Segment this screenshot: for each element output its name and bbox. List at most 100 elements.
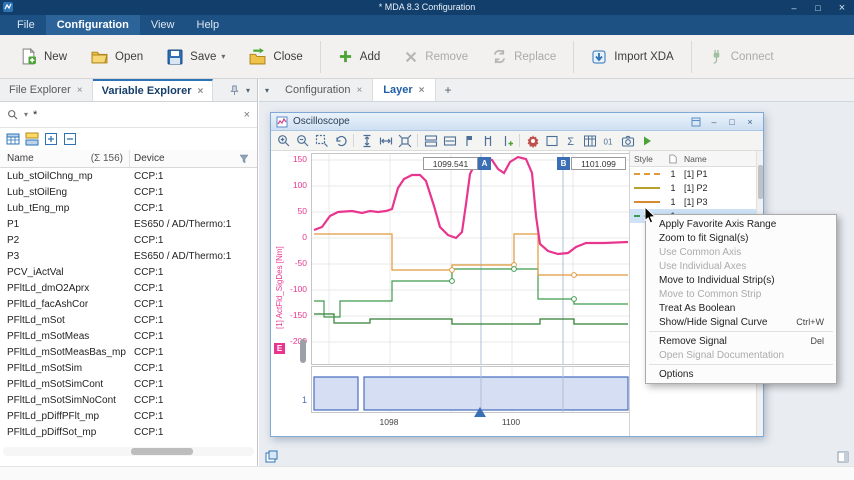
zoom-region-icon[interactable] [313,133,330,149]
menu-item-open-signal-documentation[interactable]: Open Signal Documentation [646,348,836,362]
restore-layout-icon[interactable] [265,450,278,463]
tab-variable-explorer[interactable]: Variable Explorer × [93,79,214,101]
tab-close-icon[interactable]: × [77,85,83,96]
maximize-button[interactable]: □ [806,0,830,15]
snapshot-camera-icon[interactable] [619,133,636,149]
tab-file-explorer[interactable]: File Explorer × [0,79,93,101]
horizontal-scrollbar[interactable] [3,447,254,456]
new-tab-button[interactable]: + [436,79,461,101]
bit-view-icon[interactable]: 01 [600,133,617,149]
osc-maximize-button[interactable]: □ [724,115,740,129]
new-button[interactable]: New [8,39,79,75]
table-row[interactable]: PFltLd_facAshCorCCP:1 [0,296,257,312]
zoom-in-icon[interactable] [275,133,292,149]
column-header-signal-name[interactable]: Name [682,154,763,164]
table-row[interactable]: PCV_iActValCCP:1 [0,264,257,280]
split-strips-icon[interactable] [422,133,439,149]
data-table-icon[interactable] [581,133,598,149]
menu-item-use-common-axis[interactable]: Use Common Axis [646,245,836,259]
tab-close-icon[interactable]: × [419,85,425,96]
statistics-sigma-icon[interactable]: Σ [562,133,579,149]
connect-button[interactable]: Connect [697,39,786,75]
fit-all-icon[interactable] [396,133,413,149]
add-button[interactable]: Add [326,39,392,75]
menu-item-use-individual-axes[interactable]: Use Individual Axes [646,259,836,273]
menu-view[interactable]: View [140,15,186,35]
clear-search-icon[interactable]: × [244,109,250,121]
run-trigger-icon[interactable] [638,133,655,149]
table-row[interactable]: PFltLd_mSotMeasCCP:1 [0,328,257,344]
collapse-all-icon[interactable] [63,132,77,146]
scrollbar-thumb[interactable] [758,165,763,199]
menu-item-move-to-individual-strips[interactable]: Move to Individual Strip(s) [646,273,836,287]
table-row[interactable]: PFltLd_pDiffPFlt_mpCCP:1 [0,408,257,424]
table-row[interactable]: P3ES650 / AD/Thermo:1 [0,248,257,264]
fit-height-icon[interactable] [358,133,375,149]
common-strip-icon[interactable] [441,133,458,149]
table-row[interactable]: P2CCP:1 [0,232,257,248]
save-button[interactable]: Save ▾ [155,39,237,75]
open-button[interactable]: Open [79,39,155,75]
table-row[interactable]: PFltLd_mSotSimContCCP:1 [0,376,257,392]
table-row[interactable]: PFltLd_mSotMeasBas_mpCCP:1 [0,344,257,360]
table-view-icon[interactable] [6,132,20,146]
tab-layer[interactable]: Layer × [373,79,435,101]
signal-row[interactable]: 1 [1] P2 [630,181,763,195]
signal-curve-pink[interactable] [314,157,628,254]
settings-gear-icon[interactable] [524,133,541,149]
filter-funnel-icon[interactable] [239,154,257,164]
minimize-button[interactable]: – [782,0,806,15]
table-row[interactable]: PFltLd_dmO2AprxCCP:1 [0,280,257,296]
cursor-b-badge[interactable]: B [557,157,570,170]
table-row[interactable]: P1ES650 / AD/Thermo:1 [0,216,257,232]
osc-minimize-button[interactable]: – [706,115,722,129]
table-row[interactable]: PFltLd_mSotSimNoContCCP:1 [0,392,257,408]
menu-item-move-to-common-strip[interactable]: Move to Common Strip [646,287,836,301]
panel-menu-chevron-icon[interactable]: ▾ [246,86,250,95]
zoom-out-icon[interactable] [294,133,311,149]
menu-item-apply-favorite-axis-range[interactable]: Apply Favorite Axis Range [646,217,836,231]
tab-close-icon[interactable]: × [356,85,362,96]
column-header-name[interactable]: Name (Σ 156) [0,150,130,167]
window-menu-icon[interactable] [688,115,704,129]
menu-item-show-hide-signal-curve[interactable]: Show/Hide Signal CurveCtrl+W [646,315,836,329]
table-row[interactable]: Lub_stOilChng_mpCCP:1 [0,168,257,184]
replace-button[interactable]: Replace [480,39,568,75]
cursor-a-value[interactable]: 1099.541 [423,157,478,170]
close-button[interactable]: × [830,0,854,15]
menu-item-zoom-to-fit-signals[interactable]: Zoom to fit Signal(s) [646,231,836,245]
menu-item-options[interactable]: Options [646,367,836,381]
tab-configuration[interactable]: Configuration × [275,79,373,101]
search-options-chevron-icon[interactable]: ▾ [24,110,28,119]
card-view-icon[interactable] [25,132,39,146]
signal-curve-green-1[interactable] [314,269,628,317]
menu-help[interactable]: Help [186,15,231,35]
x-axis[interactable]: 1098 1100 [311,415,631,429]
cursor-b-value[interactable]: 1101.099 [571,157,626,170]
boolean-strip-area[interactable] [311,366,631,413]
column-header-device[interactable]: Device [130,150,257,167]
axis-scrollbar-thumb[interactable] [300,339,306,363]
import-xda-button[interactable]: Import XDA [579,39,685,75]
menu-file[interactable]: File [6,15,46,35]
table-row[interactable]: Lub_tEng_mpCCP:1 [0,200,257,216]
add-cursor-icon[interactable] [498,133,515,149]
column-header-style[interactable]: Style [630,154,664,164]
signal-row[interactable]: 1 [1] P1 [630,167,763,181]
table-row[interactable]: PFltLd_mSotSimCCP:1 [0,360,257,376]
close-configuration-button[interactable]: Close [237,39,314,75]
fit-width-icon[interactable] [377,133,394,149]
auto-hide-pin-icon[interactable] [230,85,239,96]
dock-indicator-icon[interactable] [837,451,849,463]
remove-button[interactable]: Remove [392,39,480,75]
boolean-signal-segment[interactable] [364,377,628,410]
menu-item-treat-as-boolean[interactable]: Treat As Boolean [646,301,836,315]
osc-close-button[interactable]: × [742,115,758,129]
y-axis[interactable]: [1] ActFld_SigDes [Nm] 150 100 50 0 -50 … [271,151,311,436]
cursor-icon[interactable] [460,133,477,149]
table-row[interactable]: PFltLd_mSotCCP:1 [0,312,257,328]
expand-all-icon[interactable] [44,132,58,146]
menu-item-remove-signal[interactable]: Remove SignalDel [646,334,836,348]
table-row[interactable]: Lub_stOilEngCCP:1 [0,184,257,200]
tab-close-icon[interactable]: × [197,86,203,97]
